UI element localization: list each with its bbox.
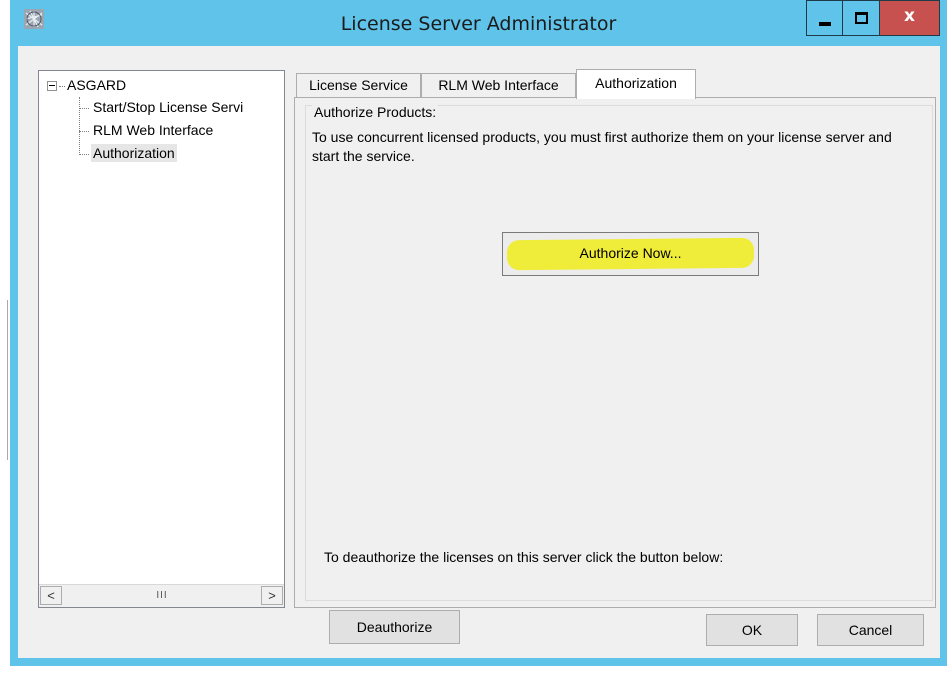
scroll-left-button[interactable]: < [40,586,62,605]
deauthorize-button[interactable]: Deauthorize [329,610,460,644]
collapse-icon[interactable] [47,81,57,92]
authorize-description: To use concurrent licensed products, you… [312,129,892,164]
authorize-now-label: Authorize Now... [579,245,682,261]
tree-item-label: Authorization [91,144,177,162]
background-edge-line [7,300,8,460]
close-button[interactable]: x [880,0,940,36]
tree-root-label: ASGARD [67,77,127,93]
tab-authorization[interactable]: Authorization [576,69,696,99]
tree-item-label: Start/Stop License Servi [93,99,244,115]
tree-item-authorization[interactable]: Authorization [79,144,177,162]
authorize-products-group: Authorize Products: To use concurrent li… [305,104,933,644]
tree-connector [59,85,65,87]
scroll-thumb-grip-icon[interactable]: III [65,587,259,604]
tree-root-asgard[interactable]: ASGARD [47,77,126,93]
tree-item-start-stop[interactable]: Start/Stop License Servi [79,99,245,115]
tab-license-service[interactable]: License Service [296,73,421,97]
deauthorize-instruction: To deauthorize the licenses on this serv… [324,549,724,565]
minimize-button[interactable] [806,0,843,36]
tree-item-label: RLM Web Interface [93,122,214,138]
authorization-tab-panel: Authorize Products: To use concurrent li… [294,97,936,644]
ok-button[interactable]: OK [706,614,798,646]
tree-connector [79,130,89,132]
tree-connector [79,107,89,109]
maximize-button[interactable] [843,0,880,36]
title-bar[interactable]: License Server Administrator x [10,0,947,46]
tab-rlm-web-interface[interactable]: RLM Web Interface [421,73,576,97]
cancel-button[interactable]: Cancel [817,614,924,646]
close-icon: x [904,6,915,26]
tree-connector [79,153,89,155]
navigation-tree[interactable]: ASGARD Start/Stop License Servi RLM Web … [38,70,285,608]
license-server-window: License Server Administrator x ASGARD St… [10,0,947,666]
authorize-now-button[interactable]: Authorize Now... [502,232,759,276]
scroll-right-button[interactable]: > [261,586,283,605]
horizontal-scrollbar[interactable]: < III > [39,584,284,607]
minimize-icon [819,22,831,26]
group-title: Authorize Products: [312,104,439,120]
tree-item-rlm-web[interactable]: RLM Web Interface [79,122,215,138]
maximize-icon [855,12,868,24]
dialog-client-area: ASGARD Start/Stop License Servi RLM Web … [18,46,940,658]
